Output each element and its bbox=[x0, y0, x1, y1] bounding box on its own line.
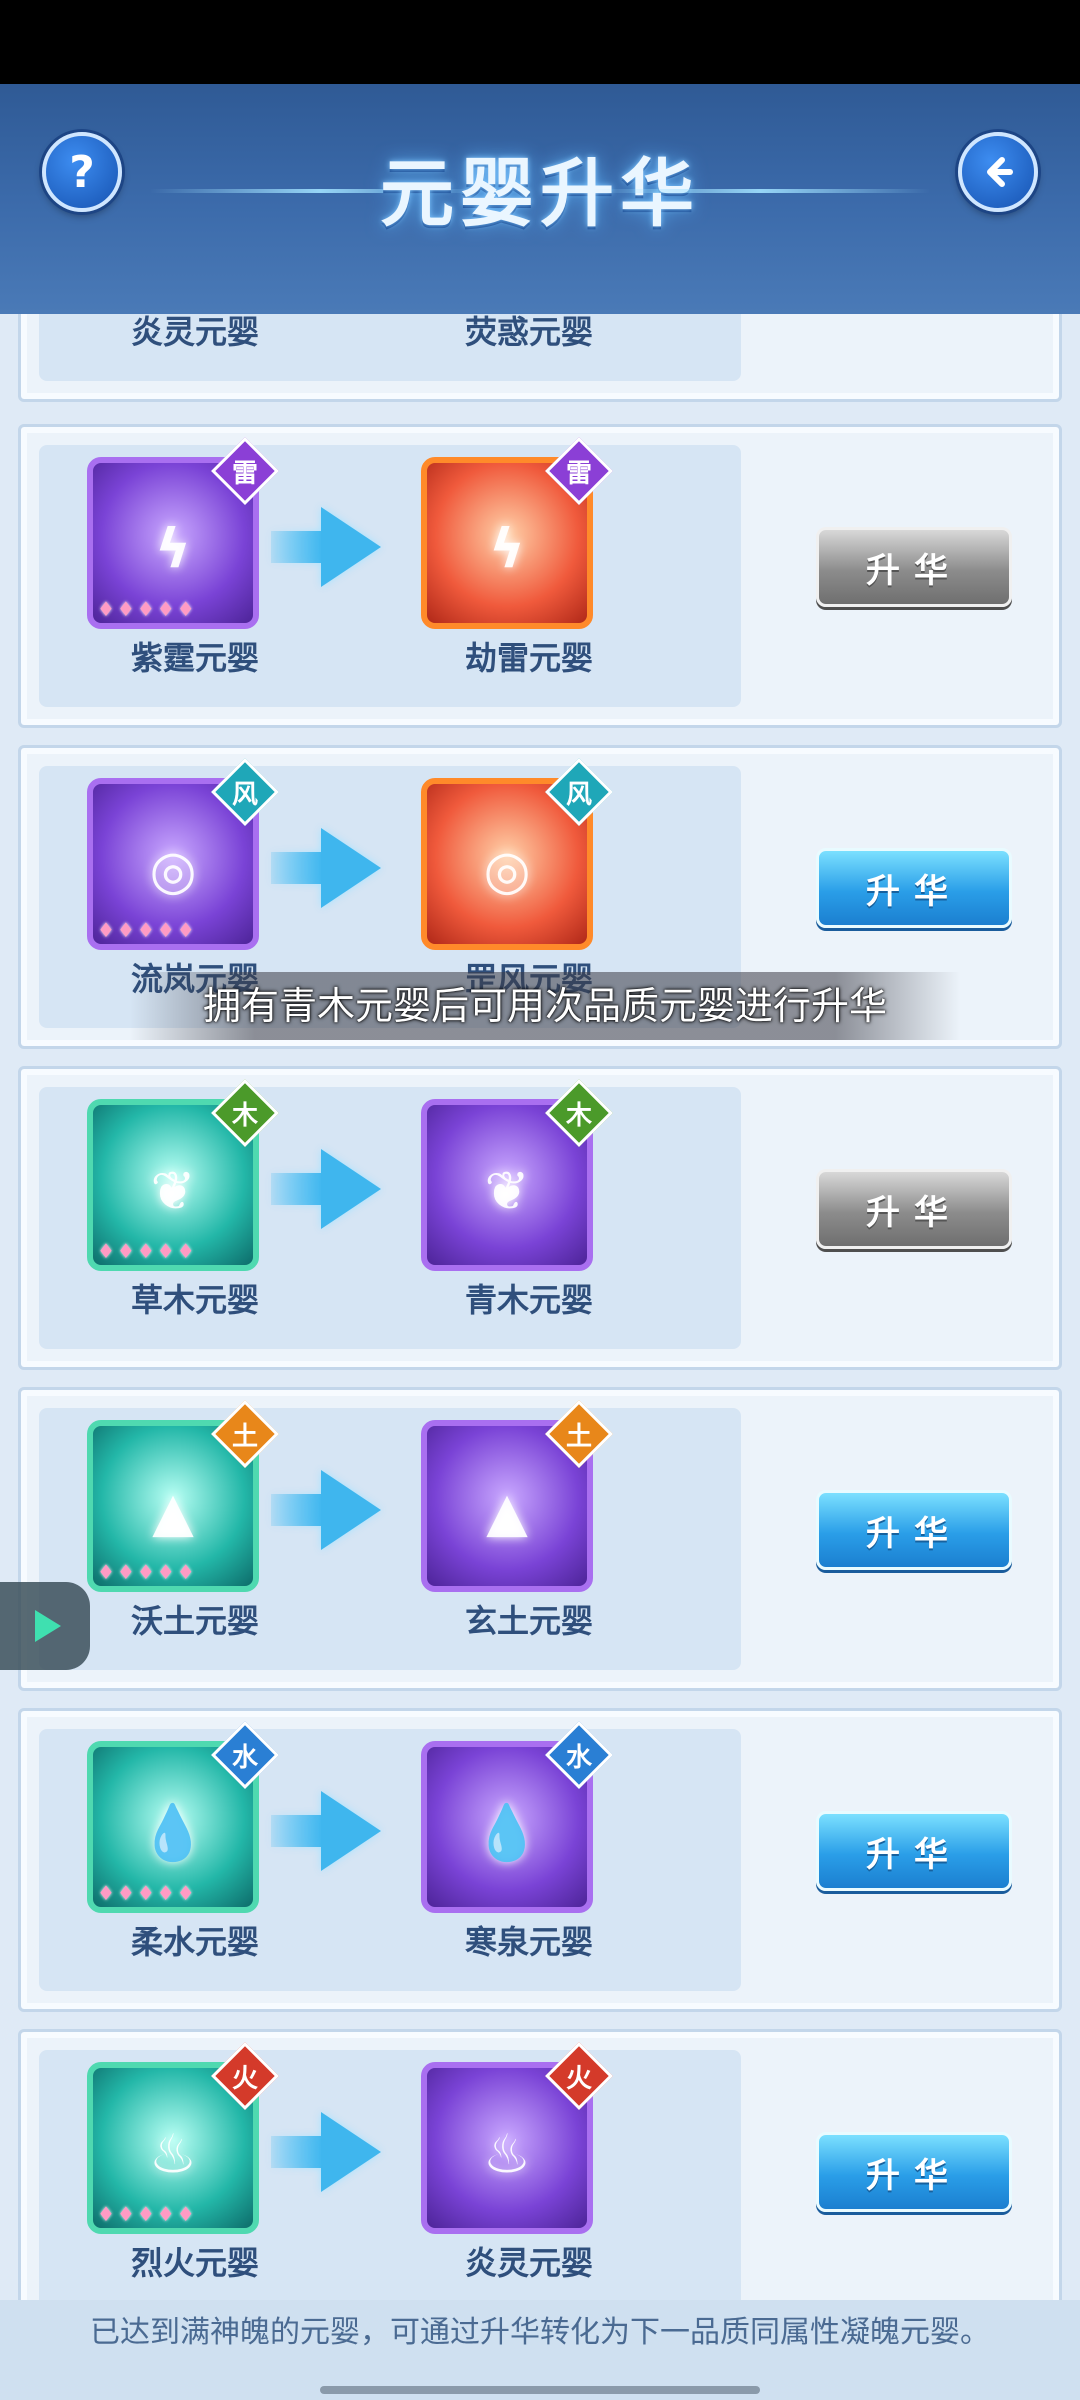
arrow-right-icon bbox=[271, 1470, 381, 1550]
page-title: 元婴升华 bbox=[380, 151, 700, 237]
to-name: 青木元婴 bbox=[464, 1281, 593, 1319]
to-name: 荧惑元婴 bbox=[464, 314, 593, 351]
soul-gem-icon: ♦♦♦♦♦ bbox=[97, 2202, 197, 2226]
side-expand-tab[interactable] bbox=[0, 1582, 90, 1670]
from-yuanying-icon[interactable]: ϟ ♦♦♦♦♦ 雷 bbox=[87, 437, 279, 629]
arrow-right-icon bbox=[271, 507, 381, 587]
mountain-icon: ▲ bbox=[152, 1480, 194, 1544]
sublimate-button[interactable]: 升华 bbox=[816, 527, 1012, 607]
to-name: 炎灵元婴 bbox=[464, 2244, 593, 2282]
whirlwind-icon: ◎ bbox=[483, 838, 531, 902]
from-name: 沃土元婴 bbox=[130, 1602, 259, 1640]
back-button[interactable] bbox=[958, 132, 1038, 212]
leaf-icon: ❦ bbox=[150, 1159, 196, 1223]
soul-gem-icon: ♦♦♦♦♦ bbox=[97, 1881, 197, 1905]
to-yuanying-icon[interactable]: ◎ 风 bbox=[421, 758, 613, 950]
whirlwind-icon: ◎ bbox=[149, 838, 197, 902]
to-yuanying-icon[interactable]: ϟ雷 bbox=[421, 437, 613, 629]
home-indicator[interactable] bbox=[320, 2386, 760, 2394]
arrow-right-icon bbox=[271, 828, 381, 908]
lightning-icon: ϟ bbox=[489, 517, 525, 581]
to-yuanying-icon[interactable]: ♨ 火 bbox=[421, 2042, 613, 2234]
mountain-icon: ▲ bbox=[486, 1480, 528, 1544]
soul-gem-icon: ♦♦♦♦♦ bbox=[97, 597, 197, 621]
to-name: 寒泉元婴 bbox=[464, 1923, 593, 1961]
play-icon bbox=[35, 1610, 61, 1642]
arrow-right-icon bbox=[271, 1149, 381, 1229]
flame-icon: ♨ bbox=[148, 2122, 198, 2186]
from-name: 草木元婴 bbox=[130, 1281, 259, 1319]
from-name: 紫霆元婴 bbox=[130, 639, 259, 677]
upgrade-card: 💧 ♦♦♦♦♦ 水 💧 水柔水元婴 寒泉元婴 升华 bbox=[18, 1708, 1062, 2012]
upgrade-card: ♨ ♦♦♦♦♦ 火 ♨ 火烈火元婴 炎灵元婴 升华 bbox=[18, 2029, 1062, 2304]
water-drop-icon: 💧 bbox=[139, 1801, 207, 1865]
lightning-icon: ϟ bbox=[155, 517, 191, 581]
header: ? 元婴升华 bbox=[0, 84, 1080, 314]
from-yuanying-icon[interactable]: 💧 ♦♦♦♦♦ 水 bbox=[87, 1721, 279, 1913]
back-arrow-icon bbox=[987, 157, 1013, 187]
leaf-icon: ❦ bbox=[484, 1159, 530, 1223]
to-name: 玄土元婴 bbox=[464, 1602, 593, 1640]
status-bar bbox=[0, 0, 1080, 84]
from-name: 烈火元婴 bbox=[130, 2244, 259, 2282]
soul-gem-icon: ♦♦♦♦♦ bbox=[97, 918, 197, 942]
sublimate-button[interactable]: 升华 bbox=[816, 2132, 1012, 2212]
to-yuanying-icon[interactable]: ▲ 土 bbox=[421, 1400, 613, 1592]
sublimate-button[interactable]: 升华 bbox=[816, 1490, 1012, 1570]
upgrade-card: ❦ ♦♦♦♦♦ 木 ❦ 木草木元婴 青木元婴 升华 bbox=[18, 1066, 1062, 1370]
soul-gem-icon: ♦♦♦♦♦ bbox=[97, 1239, 197, 1263]
to-yuanying-icon[interactable]: 💧 水 bbox=[421, 1721, 613, 1913]
from-yuanying-icon[interactable]: ♨ ♦♦♦♦♦ 火 bbox=[87, 2042, 279, 2234]
soul-gem-icon: ♦♦♦♦♦ bbox=[97, 1560, 197, 1584]
sublimate-button[interactable]: 升华 bbox=[816, 1169, 1012, 1249]
footer-hint: 已达到满神魄的元婴，可通过升华转化为下一品质同属性凝魄元婴。 bbox=[0, 2300, 1080, 2400]
toast-message: 拥有青木元婴后可用次品质元婴进行升华 bbox=[130, 972, 960, 1040]
sublimate-button[interactable]: 升华 bbox=[816, 848, 1012, 928]
sublimate-button[interactable]: 升华 bbox=[816, 1811, 1012, 1891]
from-yuanying-icon[interactable]: ◎ ♦♦♦♦♦ 风 bbox=[87, 758, 279, 950]
upgrade-list[interactable]: 炎灵元婴 荧惑元婴 ϟ♦♦♦♦♦雷ϟ雷紫霆元婴劫雷元婴升华◎♦♦♦♦♦风◎风流岚… bbox=[0, 314, 1080, 2304]
from-yuanying-icon[interactable]: ❦ ♦♦♦♦♦ 木 bbox=[87, 1079, 279, 1271]
flame-icon: ♨ bbox=[482, 2122, 532, 2186]
upgrade-card-partial: 炎灵元婴 荧惑元婴 bbox=[18, 314, 1062, 402]
arrow-right-icon bbox=[271, 2112, 381, 2192]
upgrade-card: ▲ ♦♦♦♦♦ 土 ▲ 土沃土元婴 玄土元婴 升华 bbox=[18, 1387, 1062, 1691]
from-name: 炎灵元婴 bbox=[130, 314, 259, 351]
from-name: 柔水元婴 bbox=[130, 1923, 259, 1961]
to-yuanying-icon[interactable]: ❦ 木 bbox=[421, 1079, 613, 1271]
from-yuanying-icon[interactable]: ▲ ♦♦♦♦♦ 土 bbox=[87, 1400, 279, 1592]
arrow-right-icon bbox=[271, 1791, 381, 1871]
upgrade-card: ϟ ♦♦♦♦♦ 雷 ϟ 雷紫霆元婴 劫雷元婴 升华 bbox=[18, 424, 1062, 728]
to-name: 劫雷元婴 bbox=[464, 639, 593, 677]
water-drop-icon: 💧 bbox=[473, 1801, 541, 1865]
